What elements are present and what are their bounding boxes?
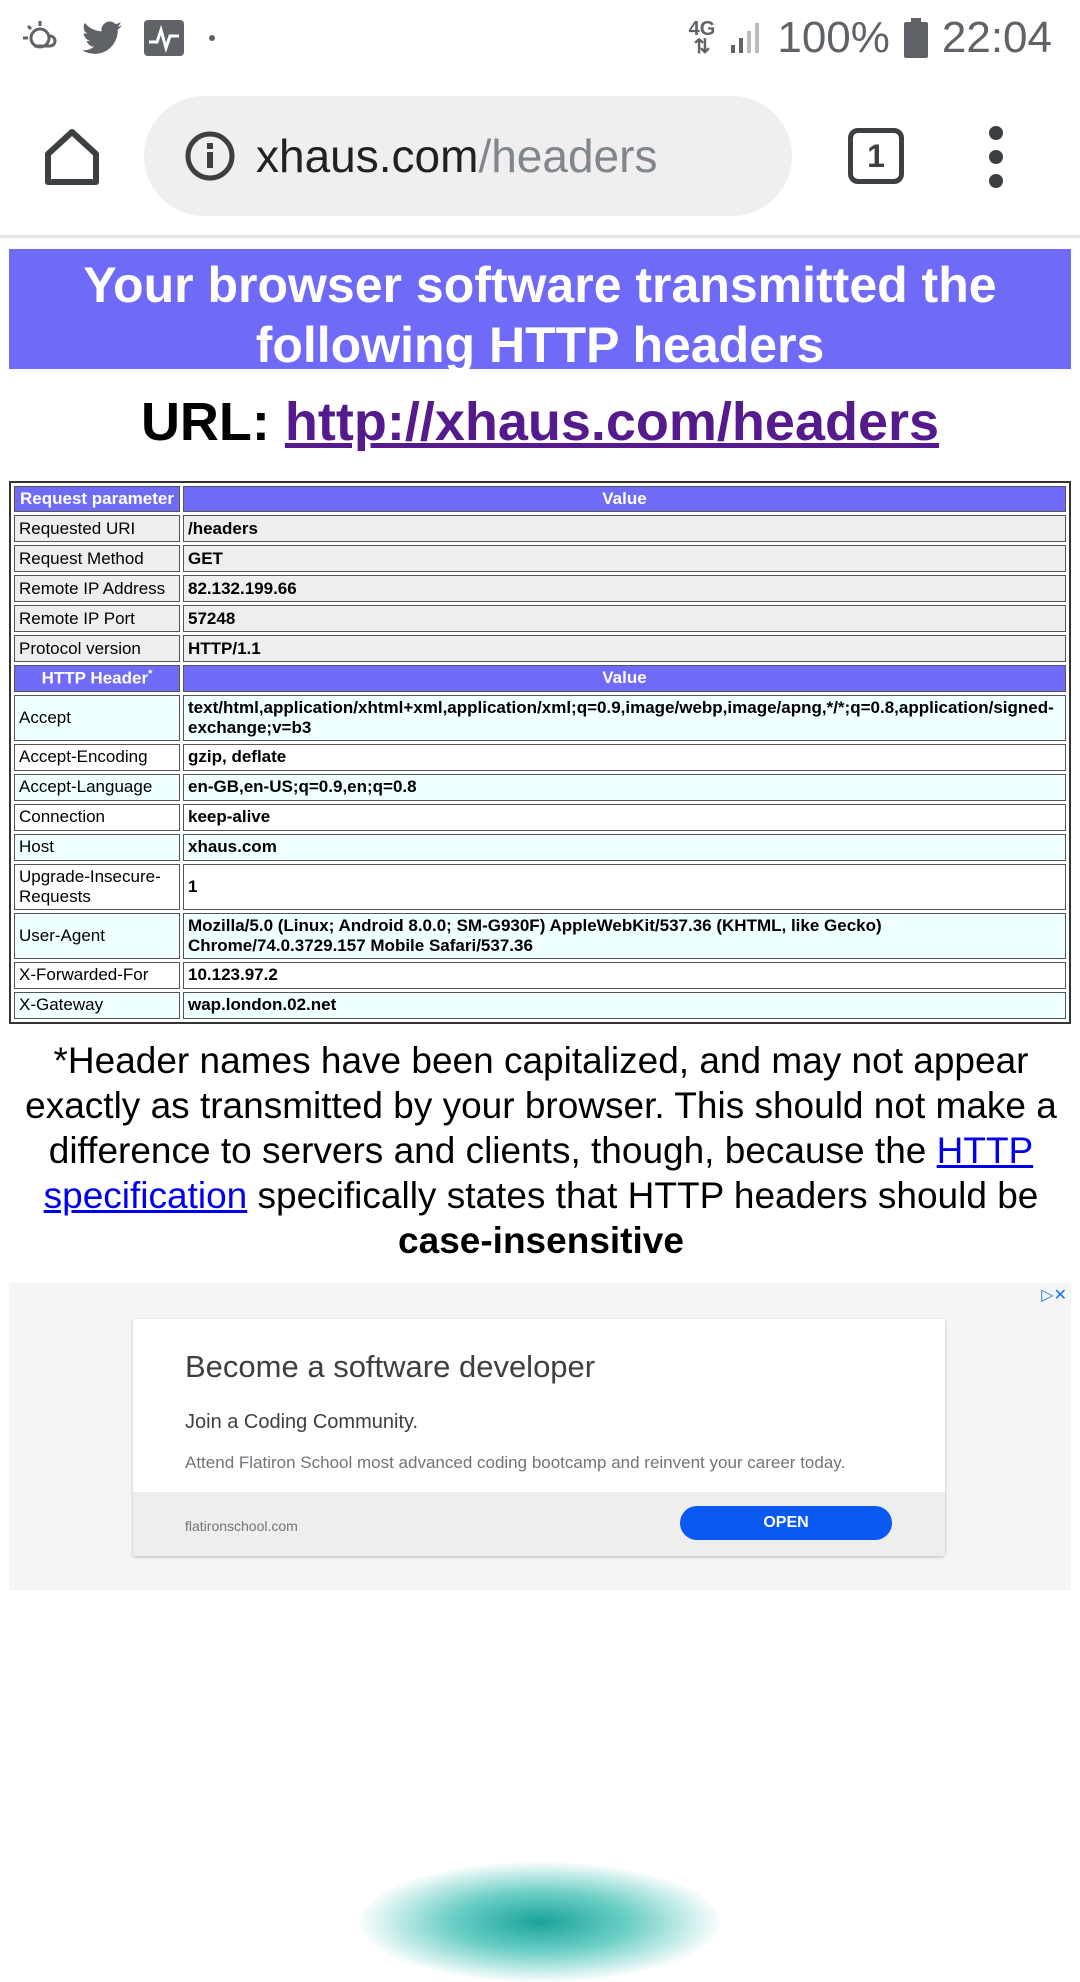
- clock: 22:04: [941, 13, 1052, 62]
- table-row: Upgrade-Insecure-Requests 1: [14, 863, 1066, 910]
- table-row: X-Forwarded-For 10.123.97.2: [14, 961, 1066, 989]
- request-param-header: Request parameter: [14, 486, 180, 512]
- url-link[interactable]: http://xhaus.com/headers: [285, 392, 939, 452]
- row-value: 57248: [183, 605, 1066, 632]
- row-value: text/html,application/xhtml+xml,applicat…: [183, 694, 1066, 741]
- url-heading: URL: http://xhaus.com/headers: [0, 391, 1080, 453]
- url-host: xhaus.com: [256, 130, 479, 182]
- row-key: Host: [14, 833, 180, 861]
- row-key: Requested URI: [14, 515, 180, 542]
- row-value: en-GB,en-US;q=0.9,en;q=0.8: [183, 773, 1066, 801]
- ad-open-button[interactable]: OPEN: [680, 1505, 892, 1540]
- row-value: /headers: [183, 515, 1066, 542]
- menu-dot-icon: [989, 126, 1003, 140]
- row-key: Accept: [14, 694, 180, 741]
- table-row: Host xhaus.com: [14, 833, 1066, 861]
- row-key: Accept-Language: [14, 773, 180, 801]
- row-key: Remote IP Address: [14, 575, 180, 602]
- http-header-column: HTTP Header*: [14, 665, 180, 692]
- address-bar[interactable]: xhaus.com/headers: [144, 96, 792, 216]
- footnote-bold: case-insensitive: [398, 1219, 684, 1261]
- row-key: Connection: [14, 803, 180, 831]
- ad-subtitle: Join a Coding Community.: [185, 1410, 419, 1433]
- url-path: /headers: [478, 130, 658, 182]
- overflow-menu-button[interactable]: [982, 126, 1010, 188]
- status-bar: 4G ⇅ 100% 22:04: [0, 0, 1080, 76]
- row-key: Accept-Encoding: [14, 743, 180, 771]
- tab-switcher-button[interactable]: 1: [848, 128, 904, 184]
- battery-icon: [903, 18, 928, 58]
- footnote: *Header names have been capitalized, and…: [14, 1038, 1068, 1263]
- row-key: Protocol version: [14, 635, 180, 662]
- table-row: User-Agent Mozilla/5.0 (Linux; Android 8.…: [14, 912, 1066, 959]
- row-value: wap.london.02.net: [183, 991, 1066, 1019]
- ad-card[interactable]: Become a software developer Join a Codin…: [133, 1318, 945, 1556]
- row-value: keep-alive: [183, 803, 1066, 831]
- page-banner: Your browser software transmitted the fo…: [9, 249, 1071, 373]
- row-key: Request Method: [14, 545, 180, 572]
- dot-icon: [209, 35, 215, 41]
- table-row: Request Method GET: [14, 545, 1066, 572]
- twitter-icon: [82, 21, 122, 54]
- row-value: 1: [183, 863, 1066, 910]
- row-value: xhaus.com: [183, 833, 1066, 861]
- data-arrows-icon: ⇅: [693, 36, 711, 58]
- ad-container: ▷✕ Become a software developer Join a Co…: [9, 1282, 1071, 1590]
- url-label: URL:: [140, 392, 285, 452]
- table-row: Connection keep-alive: [14, 803, 1066, 831]
- table-row: Requested URI/headers: [14, 515, 1066, 542]
- row-value: GET: [183, 545, 1066, 572]
- table-row: Accept-Encoding gzip, deflate: [14, 743, 1066, 771]
- row-key: X-Forwarded-For: [14, 961, 180, 989]
- table-row: Remote IP Port 57248: [14, 605, 1066, 632]
- table-row: Protocol version HTTP/1.1: [14, 635, 1066, 662]
- ad-footer: flatironschool.com OPEN: [133, 1491, 945, 1556]
- row-value: 10.123.97.2: [183, 961, 1066, 989]
- ad-choices-icon[interactable]: ▷✕: [1041, 1285, 1067, 1305]
- browser-toolbar: xhaus.com/headers 1: [0, 76, 1080, 238]
- request-value-header: Value: [183, 486, 1066, 512]
- bottom-glow: [360, 1862, 720, 1982]
- row-key: X-Gateway: [14, 991, 180, 1019]
- info-icon[interactable]: [184, 130, 236, 182]
- battery-percent: 100%: [777, 13, 890, 62]
- row-key: Upgrade-Insecure-Requests: [14, 863, 180, 910]
- table-row: Remote IP Address 82.132.199.66: [14, 575, 1066, 602]
- menu-dot-icon: [989, 174, 1003, 188]
- weather-icon: [23, 21, 57, 49]
- footnote-text-1: *Header names have been capitalized, and…: [25, 1039, 1057, 1171]
- ad-title[interactable]: Become a software developer: [185, 1349, 595, 1385]
- row-value: 82.132.199.66: [183, 575, 1066, 602]
- home-icon: [45, 129, 99, 185]
- http-value-column: Value: [183, 665, 1066, 692]
- table-row: Accept text/html,application/xhtml+xml,ap…: [14, 694, 1066, 741]
- footnote-text-2: specifically states that HTTP headers sh…: [247, 1174, 1039, 1216]
- row-key: Remote IP Port: [14, 605, 180, 632]
- row-value: HTTP/1.1: [183, 635, 1066, 662]
- page-content: Your browser software transmitted the fo…: [0, 241, 1080, 1590]
- home-button[interactable]: [40, 124, 104, 188]
- row-key: User-Agent: [14, 912, 180, 959]
- footnote-mark: *: [148, 668, 153, 680]
- ad-description: Attend Flatiron School most advanced cod…: [185, 1452, 846, 1472]
- row-value: gzip, deflate: [183, 743, 1066, 771]
- activity-icon: [144, 20, 184, 56]
- headers-table: Request parameter Value Requested URI/he…: [9, 481, 1071, 1024]
- table-row: X-Gateway wap.london.02.net: [14, 991, 1066, 1019]
- menu-dot-icon: [989, 150, 1003, 164]
- http-header-label: HTTP Header: [41, 668, 149, 688]
- table-row: Accept-Language en-GB,en-US;q=0.9,en;q=0.…: [14, 773, 1066, 801]
- tab-count: 1: [867, 137, 885, 174]
- ad-domain: flatironschool.com: [185, 1517, 298, 1534]
- network-type: 4G ⇅: [689, 19, 716, 58]
- row-value: Mozilla/5.0 (Linux; Android 8.0.0; SM-G9…: [183, 912, 1066, 959]
- signal-icon: [731, 23, 760, 53]
